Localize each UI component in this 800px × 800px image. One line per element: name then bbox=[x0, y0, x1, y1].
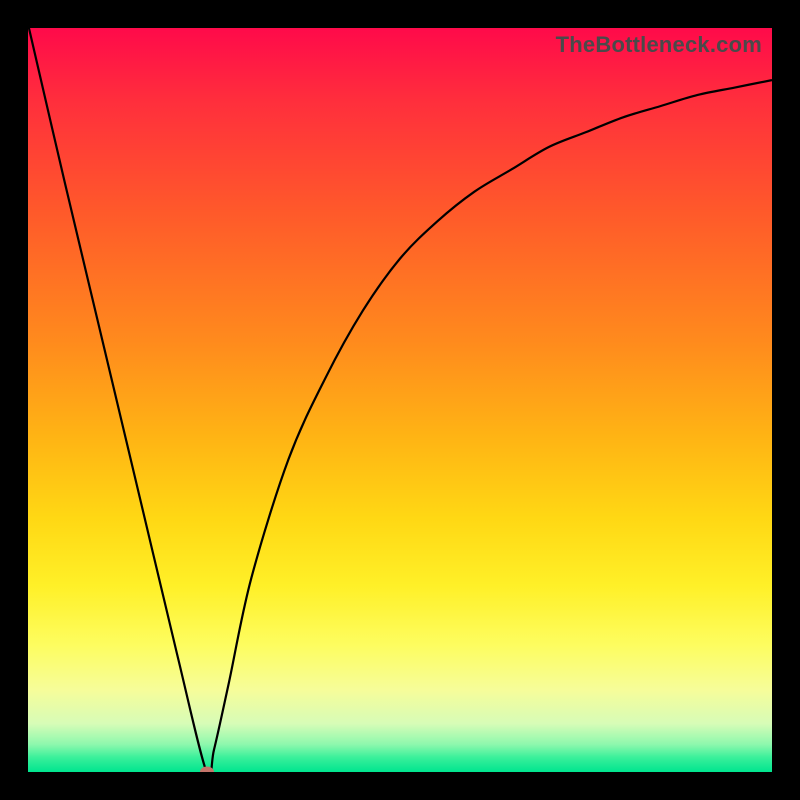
chart-frame: TheBottleneck.com bbox=[0, 0, 800, 800]
gradient-background bbox=[28, 28, 772, 772]
plot-area: TheBottleneck.com bbox=[28, 28, 772, 772]
